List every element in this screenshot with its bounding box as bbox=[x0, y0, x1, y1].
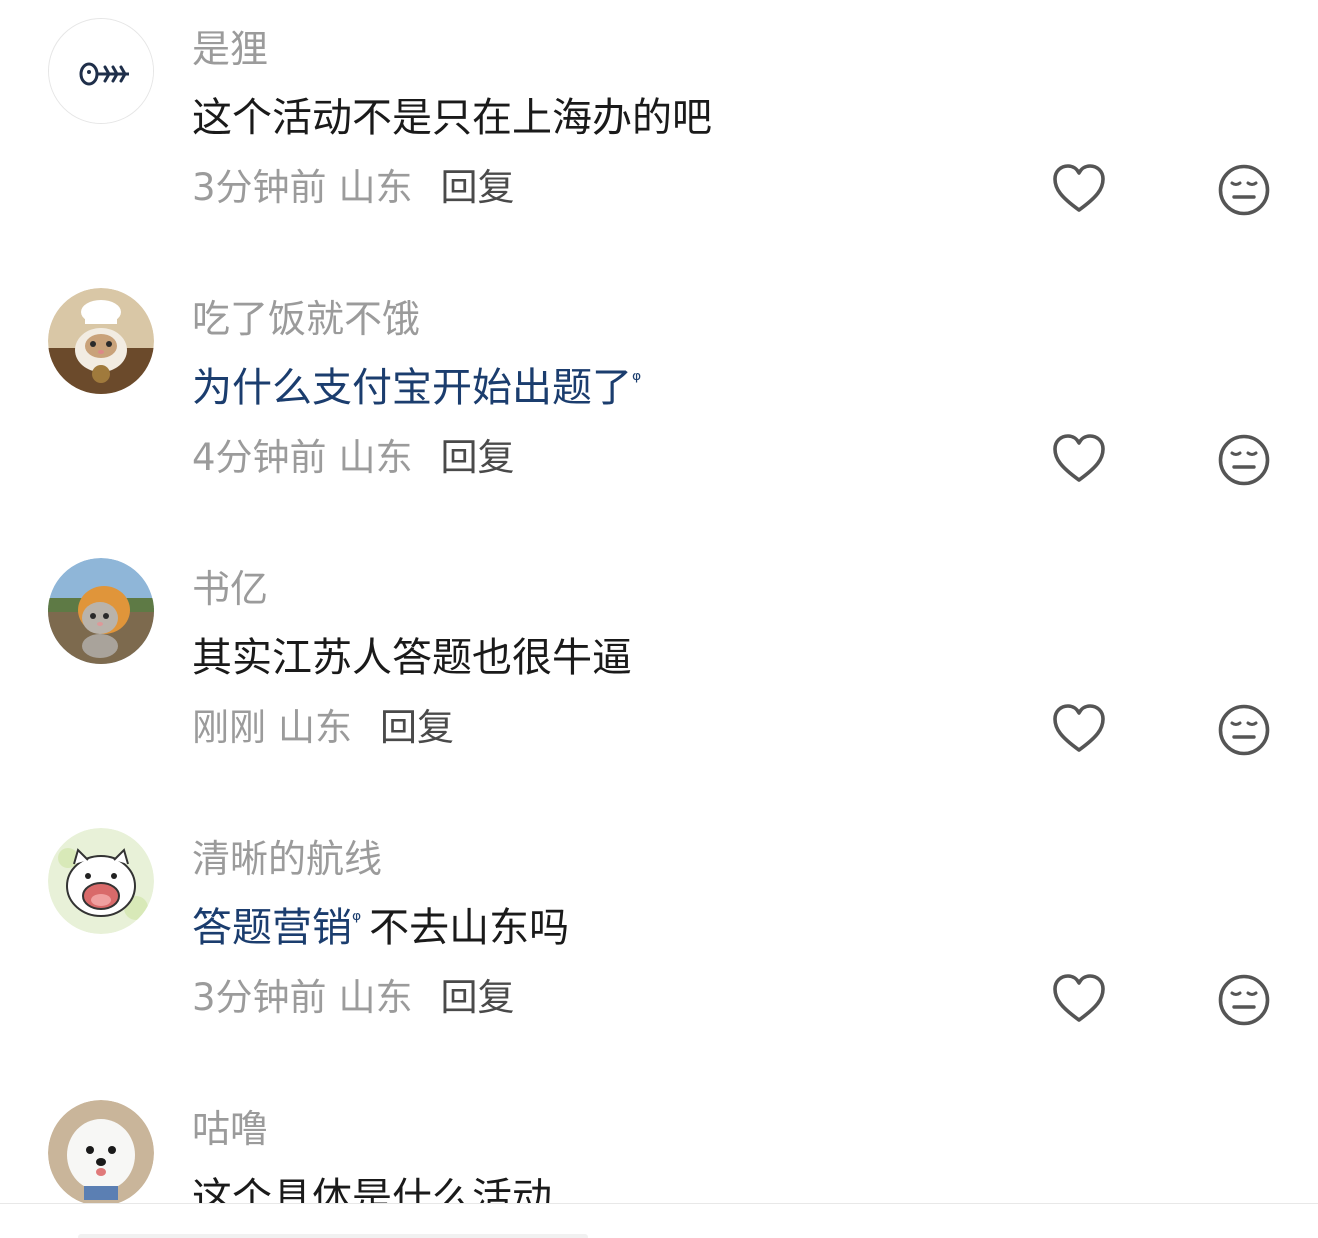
avatar[interactable] bbox=[48, 828, 154, 934]
comment-text: 为什么支付宝开始出题了ᵠ bbox=[192, 362, 649, 414]
fishbone-avatar-icon bbox=[49, 19, 153, 123]
like-button[interactable] bbox=[1052, 703, 1106, 755]
neutral-face-icon bbox=[1218, 704, 1270, 756]
comment-text: 这个活动不是只在上海办的吧 bbox=[192, 92, 712, 144]
comment-text: 答题营销ᵠ 不去山东吗 bbox=[192, 902, 569, 954]
comment-meta: 4分钟前 山东 回复 bbox=[192, 434, 515, 482]
like-button[interactable] bbox=[1052, 433, 1106, 485]
comment-meta: 3分钟前 山东 回复 bbox=[192, 974, 515, 1022]
like-button[interactable] bbox=[1052, 973, 1106, 1025]
username[interactable]: 是狸 bbox=[192, 24, 268, 74]
like-button[interactable] bbox=[1052, 163, 1106, 215]
location: 山东 bbox=[338, 166, 413, 209]
bottom-bar bbox=[0, 1203, 1318, 1238]
comment-meta: 3分钟前 山东 回复 bbox=[192, 164, 515, 212]
topic-link[interactable]: 答题营销 bbox=[192, 905, 352, 951]
search-icon: ᵠ bbox=[632, 367, 642, 393]
comment-meta: 刚刚 山东 回复 bbox=[192, 704, 454, 752]
dislike-button[interactable] bbox=[1217, 703, 1271, 757]
timestamp: 4分钟前 bbox=[192, 436, 327, 479]
topic-link[interactable]: 为什么支付宝开始出题了 bbox=[192, 365, 632, 411]
username[interactable]: 清晰的航线 bbox=[192, 834, 382, 884]
comment-text: 其实江苏人答题也很牛逼 bbox=[192, 632, 632, 684]
timestamp: 3分钟前 bbox=[192, 166, 327, 209]
neutral-face-icon bbox=[1218, 974, 1270, 1026]
timestamp: 刚刚 bbox=[192, 706, 266, 749]
heart-outline-icon bbox=[1053, 704, 1105, 752]
reply-button[interactable]: 回复 bbox=[380, 706, 454, 749]
avatar[interactable] bbox=[48, 18, 154, 124]
username[interactable]: 咕噜 bbox=[192, 1104, 268, 1154]
neutral-face-icon bbox=[1218, 164, 1270, 216]
heart-outline-icon bbox=[1053, 164, 1105, 212]
reply-button[interactable]: 回复 bbox=[441, 166, 515, 209]
comment-text-part: 不去山东吗 bbox=[369, 905, 570, 951]
input-bar-edge bbox=[78, 1234, 588, 1238]
white-dog-avatar-icon bbox=[48, 1100, 154, 1203]
heart-outline-icon bbox=[1053, 434, 1105, 482]
comment-item: 清晰的航线 答题营销ᵠ 不去山东吗 3分钟前 山东 回复 bbox=[0, 810, 1318, 1080]
comment-text: 这个具体是什么活动 bbox=[192, 1172, 552, 1203]
comment-item: 是狸 这个活动不是只在上海办的吧 3分钟前 山东 回复 bbox=[0, 0, 1318, 270]
username[interactable]: 吃了饭就不饿 bbox=[192, 294, 420, 344]
comment-text-part: 这个活动不是只在上海办的吧 bbox=[192, 95, 712, 141]
dislike-button[interactable] bbox=[1217, 433, 1271, 487]
shouting-cat-avatar-icon bbox=[48, 828, 154, 934]
heart-outline-icon bbox=[1053, 974, 1105, 1022]
avatar[interactable] bbox=[48, 288, 154, 394]
location: 山东 bbox=[338, 976, 413, 1019]
reply-button[interactable]: 回复 bbox=[441, 976, 515, 1019]
lion-cat-avatar-icon bbox=[48, 558, 154, 664]
avatar[interactable] bbox=[48, 558, 154, 664]
neutral-face-icon bbox=[1218, 434, 1270, 486]
timestamp: 3分钟前 bbox=[192, 976, 327, 1019]
reply-button[interactable]: 回复 bbox=[441, 436, 515, 479]
comment-item: 书亿 其实江苏人答题也很牛逼 刚刚 山东 回复 bbox=[0, 540, 1318, 810]
comment-list: 是狸 这个活动不是只在上海办的吧 3分钟前 山东 回复 吃了饭就不饿 为什么支付… bbox=[0, 0, 1318, 1238]
location: 山东 bbox=[338, 436, 413, 479]
comment-text-part: 这个具体是什么活动 bbox=[192, 1175, 552, 1203]
dislike-button[interactable] bbox=[1217, 973, 1271, 1027]
chef-cat-avatar-icon bbox=[48, 288, 154, 394]
search-icon: ᵠ bbox=[352, 907, 362, 933]
location: 山东 bbox=[278, 706, 352, 749]
dislike-button[interactable] bbox=[1217, 163, 1271, 217]
avatar[interactable] bbox=[48, 1100, 154, 1203]
comment-text-part: 其实江苏人答题也很牛逼 bbox=[192, 635, 632, 681]
comment-item: 吃了饭就不饿 为什么支付宝开始出题了ᵠ 4分钟前 山东 回复 bbox=[0, 270, 1318, 540]
username[interactable]: 书亿 bbox=[192, 564, 268, 614]
comment-item: 咕噜 这个具体是什么活动 bbox=[0, 1080, 1318, 1203]
